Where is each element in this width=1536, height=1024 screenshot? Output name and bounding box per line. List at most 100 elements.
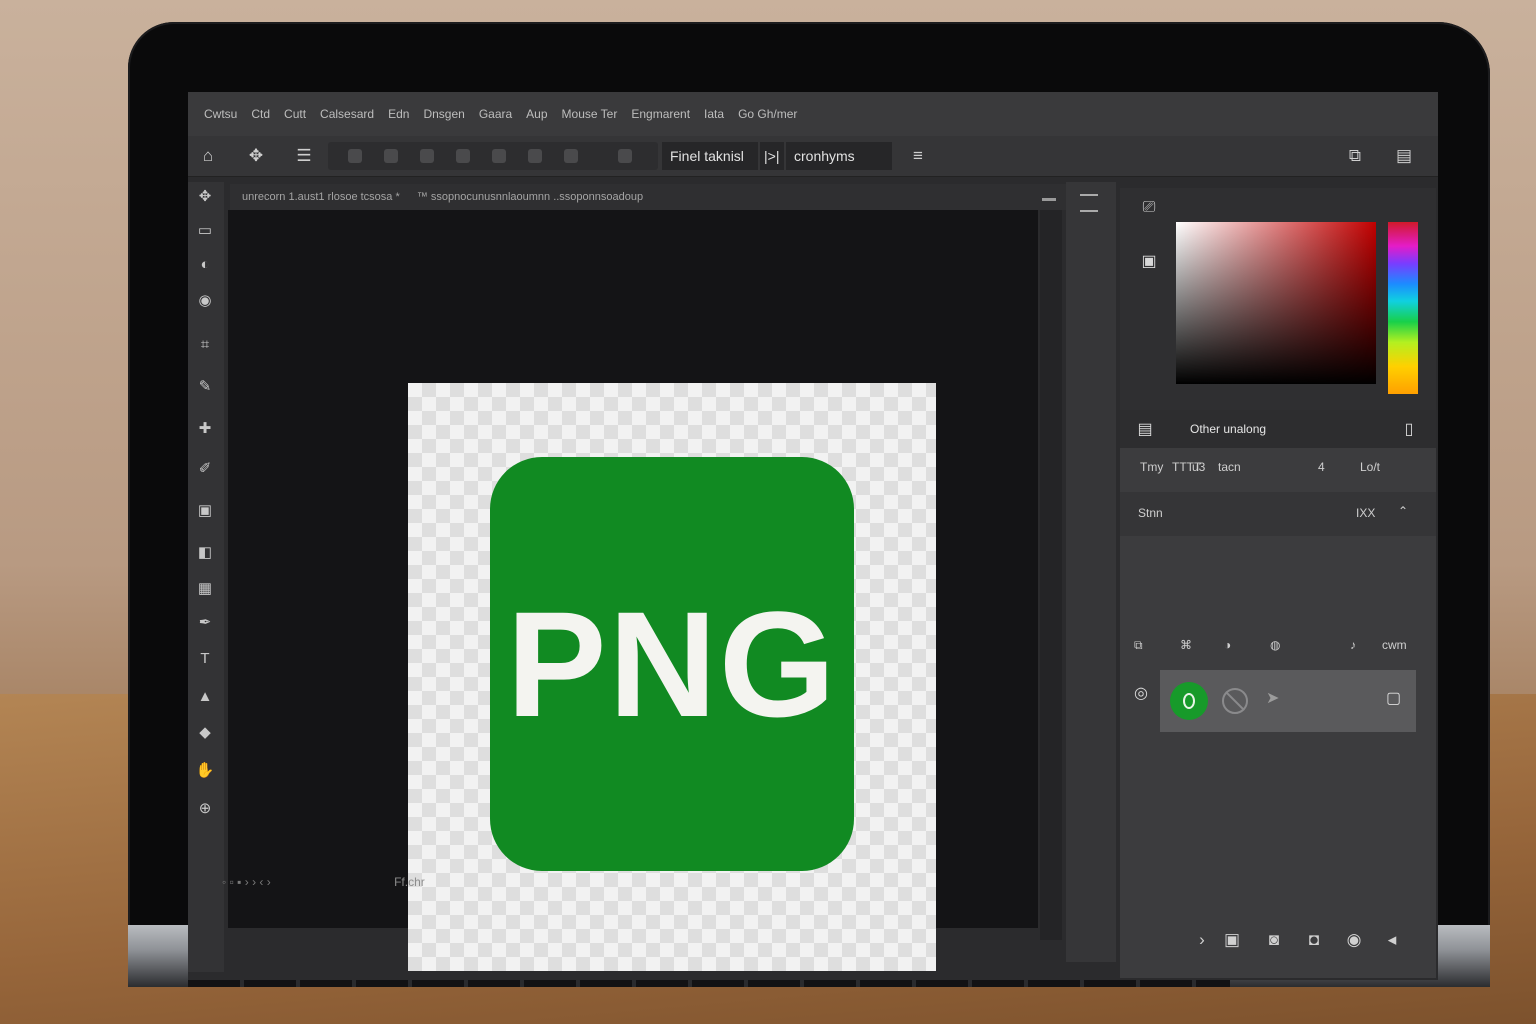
png-logo-text: PNG xyxy=(506,579,838,748)
prop-d[interactable]: tacn xyxy=(1218,460,1241,474)
eraser-tool-icon[interactable]: ◧ xyxy=(194,542,216,564)
menu-bar: Cwtsu Ctd Cutt Calsesard Edn Dnsgen Gaar… xyxy=(188,92,1438,136)
menu-item[interactable]: Mouse Ter xyxy=(562,107,618,121)
align-icon[interactable] xyxy=(456,149,470,163)
mask-icon[interactable]: ◙ xyxy=(1262,928,1286,952)
arrange-icon[interactable]: ⧉ xyxy=(1338,144,1372,168)
menu-item[interactable]: Aup xyxy=(526,107,547,121)
zoom-tool-icon[interactable]: ⊕ xyxy=(194,798,216,820)
link-icon[interactable]: ⌘ xyxy=(1180,638,1192,652)
option-field-b[interactable]: cronhyms xyxy=(786,142,892,170)
eyedropper-icon[interactable]: ✎ xyxy=(194,376,216,398)
align-icon[interactable] xyxy=(348,149,362,163)
brush-tool-icon[interactable]: ✐ xyxy=(194,458,216,480)
document-title: unrecorn 1.aust1 rlosoe tcsosa * xyxy=(242,191,400,203)
panel-toggle-icon[interactable] xyxy=(1080,194,1098,212)
layer-thumbnail xyxy=(1170,682,1208,720)
move-tool-icon[interactable]: ✥ xyxy=(194,186,216,208)
marquee-tool-icon[interactable]: ▭ xyxy=(194,220,216,242)
minimize-icon[interactable] xyxy=(1042,198,1056,201)
vertical-scrollbar[interactable] xyxy=(1040,210,1062,940)
quick-select-icon[interactable]: ◉ xyxy=(194,290,216,312)
brush-icon[interactable]: ➤ xyxy=(1266,688,1279,708)
style-label: Stnn xyxy=(1138,506,1163,520)
align-buttons-group xyxy=(328,142,658,170)
align-icon[interactable] xyxy=(618,149,632,163)
menu-item[interactable]: Dnsgen xyxy=(423,107,464,121)
prop-f[interactable]: Lo/t xyxy=(1360,460,1380,474)
healing-brush-icon[interactable]: ✚ xyxy=(194,418,216,440)
mask-icon[interactable]: ◍ xyxy=(1270,638,1280,652)
layers-toolbar: ⧉ ⌘ ◑ ◍ ♪ cwm xyxy=(1120,628,1436,662)
menu-item[interactable]: Engmarent xyxy=(631,107,690,121)
eye-icon[interactable]: ◎ xyxy=(1130,684,1152,704)
new-layer-icon[interactable]: ◉ xyxy=(1342,928,1366,952)
gradient-tool-icon[interactable]: ▦ xyxy=(194,578,216,600)
align-icon[interactable] xyxy=(384,149,398,163)
menu-item[interactable]: Cutt xyxy=(284,107,306,121)
document-icon[interactable]: ▤ xyxy=(1134,420,1156,440)
fx-icon[interactable]: ▣ xyxy=(1220,928,1244,952)
prop-e[interactable]: 4 xyxy=(1318,460,1325,474)
align-icon[interactable] xyxy=(564,149,578,163)
type-tool-icon[interactable]: T xyxy=(194,648,216,670)
no-entry-icon[interactable] xyxy=(1222,688,1248,714)
move-tool-icon[interactable]: ✥ xyxy=(244,144,268,168)
align-icon[interactable] xyxy=(492,149,506,163)
tools-panel: ✥ ▭ ◐ ◉ ⌗ ✎ ✚ ✐ ▣ ◧ ▦ ✒ T ▲ ◆ ✋ ⊕ xyxy=(188,182,224,972)
adjustment-icon[interactable]: ◑ xyxy=(1224,638,1231,652)
style-value[interactable]: IXX xyxy=(1356,506,1375,520)
prop-c[interactable]: u3 xyxy=(1192,460,1205,474)
crop-tool-icon[interactable]: ⌗ xyxy=(194,334,216,356)
align-icon[interactable] xyxy=(420,149,434,163)
shape-tool-icon[interactable]: ◆ xyxy=(194,722,216,744)
menu-item[interactable]: Ctd xyxy=(251,107,270,121)
menu-item[interactable]: Calsesard xyxy=(320,107,374,121)
path-select-icon[interactable]: ▲ xyxy=(194,686,216,708)
chevron-up-icon[interactable]: ⌃ xyxy=(1398,504,1408,518)
hue-slider[interactable] xyxy=(1388,222,1418,394)
trash-icon[interactable]: ◂ xyxy=(1380,928,1404,952)
collapsed-panel-strip xyxy=(1066,182,1116,962)
layer-row[interactable]: ➤ ▢ xyxy=(1160,670,1416,732)
stack-icon[interactable]: ☰ xyxy=(292,144,316,168)
png-logo-tile: PNG xyxy=(490,457,854,871)
layers-toolbar-label: cwm xyxy=(1382,638,1407,652)
status-icons: ◦ ▫ ▪ › › ‹ › xyxy=(222,875,271,889)
menu-item[interactable]: Iata xyxy=(704,107,724,121)
align-icon[interactable] xyxy=(528,149,542,163)
color-saturation-field[interactable] xyxy=(1176,222,1376,384)
properties-row: Tmy TTTT u3 tacn 4 Lo/t xyxy=(1120,450,1436,484)
link-layers-icon[interactable]: › xyxy=(1190,928,1214,952)
color-picker-panel: ⎚ ▣ xyxy=(1120,188,1436,412)
panel-menu-icon[interactable]: ▤ xyxy=(1392,144,1416,168)
app-window: Cwtsu Ctd Cutt Calsesard Edn Dnsgen Gaar… xyxy=(188,92,1438,980)
menu-item[interactable]: Cwtsu xyxy=(204,107,237,121)
new-layer-icon[interactable]: ⧉ xyxy=(1134,638,1143,653)
prop-a[interactable]: Tmy xyxy=(1140,460,1163,474)
menu-item[interactable]: Gaara xyxy=(479,107,512,121)
pen-tool-icon[interactable]: ✒ xyxy=(194,612,216,634)
style-row: Stnn IXX ⌃ xyxy=(1120,492,1436,536)
swatches-panel-icon[interactable]: ▣ xyxy=(1138,252,1160,272)
color-panel-icon[interactable]: ⎚ xyxy=(1138,198,1160,218)
options-bar: ⌂ ✥ ☰ Finel taknisl |>| cronhyms ≡ ⧉ ▤ xyxy=(188,136,1438,177)
status-text: Ff.chr xyxy=(394,875,425,889)
phone-icon[interactable]: ▯ xyxy=(1398,420,1420,440)
hand-tool-icon[interactable]: ✋ xyxy=(194,760,216,782)
group-icon[interactable]: ◘ xyxy=(1302,928,1326,952)
settings-lines-icon[interactable]: ≡ xyxy=(906,144,930,168)
canvas-area[interactable]: PNG xyxy=(228,210,1038,971)
lock-icon[interactable]: ♪ xyxy=(1350,638,1356,652)
status-bar: ◦ ▫ ▪ › › ‹ › Ff.chr xyxy=(208,868,1038,896)
lasso-tool-icon[interactable]: ◐ xyxy=(194,254,216,276)
option-separator: |>| xyxy=(760,142,784,170)
swatches-header[interactable]: Other unalong xyxy=(1120,410,1436,448)
lock-icon[interactable]: ▢ xyxy=(1386,688,1401,708)
menu-item[interactable]: Go Gh/mer xyxy=(738,107,797,121)
home-icon[interactable]: ⌂ xyxy=(196,144,220,168)
document-tab[interactable]: unrecorn 1.aust1 rlosoe tcsosa * ™ ssopn… xyxy=(230,184,1070,210)
option-field-a[interactable]: Finel taknisl xyxy=(662,142,758,170)
menu-item[interactable]: Edn xyxy=(388,107,409,121)
stamp-tool-icon[interactable]: ▣ xyxy=(194,500,216,522)
